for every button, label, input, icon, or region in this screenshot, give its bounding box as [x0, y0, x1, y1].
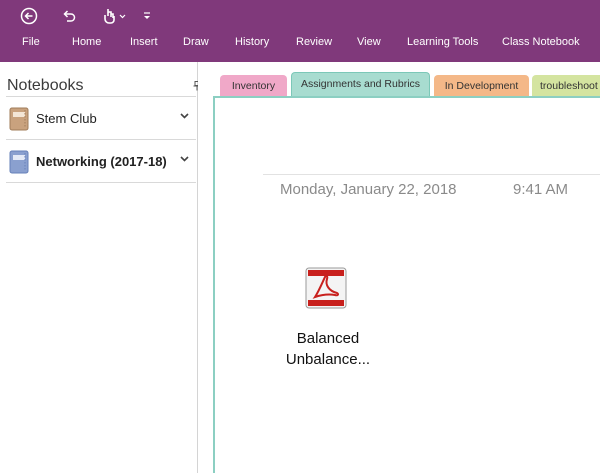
touch-mode-button[interactable] — [102, 6, 128, 26]
customize-toolbar-button[interactable] — [142, 6, 152, 26]
undo-icon — [63, 10, 76, 22]
tab-view[interactable]: View — [357, 36, 381, 48]
notebook-stem-club[interactable]: Stem Club — [6, 99, 196, 137]
notebook-label: Stem Club — [36, 111, 97, 126]
divider — [6, 96, 196, 97]
touch-mode-icon — [104, 9, 126, 24]
section-tab-assignments[interactable]: Assignments and Rubrics — [291, 72, 430, 98]
notebook-networking[interactable]: Networking (2017-18) — [6, 142, 196, 180]
tab-learning-tools[interactable]: Learning Tools — [407, 36, 478, 48]
attachment-name-line2: Unbalance... — [285, 351, 371, 368]
attachment-name-line1: Balanced — [296, 330, 360, 347]
page-time: 9:41 AM — [513, 181, 569, 198]
chevron-down-icon[interactable] — [180, 156, 189, 162]
section-tab-troubleshoot[interactable]: troubleshoot — [532, 75, 600, 97]
notebook-label: Networking (2017-18) — [36, 154, 167, 169]
tab-draw[interactable]: Draw — [183, 36, 209, 48]
pdf-file-icon — [305, 267, 347, 309]
tab-insert[interactable]: Insert — [130, 36, 158, 48]
tab-class-notebook[interactable]: Class Notebook — [502, 36, 580, 48]
divider — [6, 139, 196, 140]
back-icon — [20, 7, 38, 25]
divider — [6, 182, 196, 183]
tab-home[interactable]: Home — [72, 36, 101, 48]
ribbon-tabs: File Home Insert Draw History Review Vie… — [0, 36, 600, 52]
page-date: Monday, January 22, 2018 — [280, 181, 457, 198]
undo-button[interactable] — [61, 6, 77, 26]
section-tab-in-development[interactable]: In Development — [434, 75, 529, 97]
notebook-icon — [9, 107, 29, 131]
back-button[interactable] — [20, 6, 38, 26]
notebook-icon — [9, 150, 29, 174]
notebook-pane: Notebooks Stem Club Networking (2017-18) — [0, 62, 201, 473]
ribbon-bar: File Home Insert Draw History Review Vie… — [0, 0, 600, 62]
attachment-name: Balanced Unbalance... — [273, 328, 383, 370]
page-title-line[interactable] — [263, 174, 600, 175]
chevron-down-icon[interactable] — [180, 113, 189, 119]
tab-history[interactable]: History — [235, 36, 269, 48]
pdf-attachment[interactable] — [305, 267, 347, 314]
section-tab-inventory[interactable]: Inventory — [220, 75, 287, 97]
tab-review[interactable]: Review — [296, 36, 332, 48]
section-tabs: Inventory In Development troubleshoot As… — [198, 62, 600, 98]
notebooks-header: Notebooks — [7, 77, 84, 94]
customize-icon — [144, 12, 150, 19]
page-canvas[interactable]: Monday, January 22, 2018 9:41 AM Balance… — [213, 96, 600, 473]
tab-file[interactable]: File — [22, 36, 40, 48]
